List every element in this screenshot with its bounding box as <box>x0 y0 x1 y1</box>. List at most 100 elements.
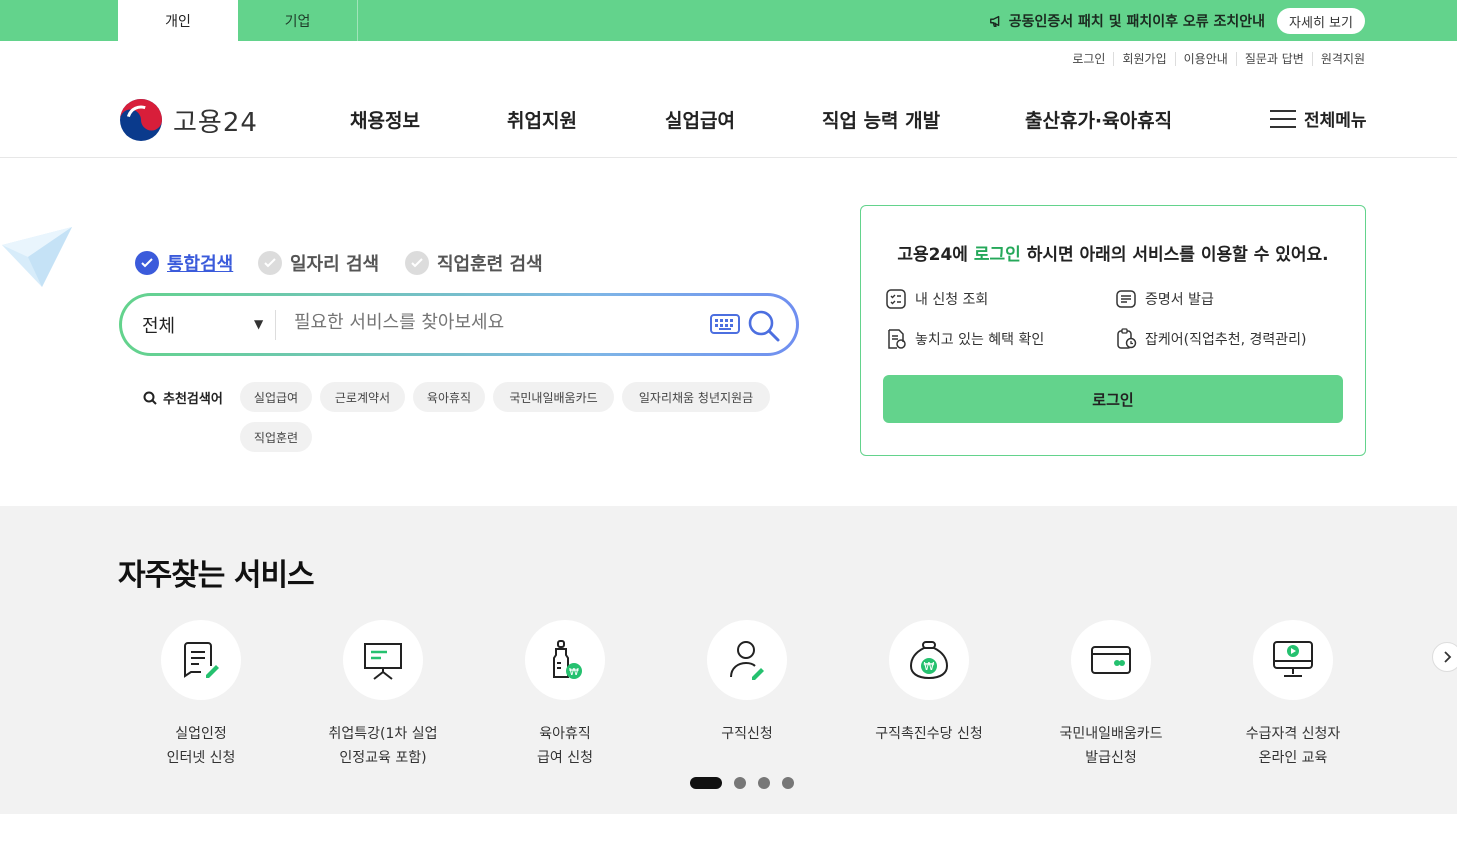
card-icon <box>1091 646 1131 674</box>
recommend-label-text: 추천검색어 <box>163 392 223 407</box>
item-label: 증명서 발급 <box>1145 292 1214 308</box>
service-item[interactable]: 실업인정 인터넷 신청 <box>111 620 291 770</box>
tab-personal[interactable]: 개인 <box>118 0 238 41</box>
service-missed-benefits[interactable]: 놓치고 있는 혜택 확인 <box>885 328 1044 350</box>
login-panel: 고용24에 로그인 하시면 아래의 서비스를 이용할 수 있어요. 내 신청 조… <box>860 205 1366 456</box>
all-menu-label: 전체메뉴 <box>1304 111 1367 131</box>
taegeuk-logo-icon <box>120 99 162 141</box>
svg-text:₩: ₩ <box>924 660 935 673</box>
service-label: 구직신청 <box>721 726 773 742</box>
notice-link[interactable]: 공동인증서 패치 및 패치이후 오류 조치안내 <box>989 0 1265 41</box>
pagination-dot-1[interactable] <box>690 777 722 789</box>
pagination-dot-3[interactable] <box>758 777 770 789</box>
service-label: 실업인정 인터넷 신청 <box>166 726 236 766</box>
document-pen-icon <box>184 642 219 678</box>
check-icon <box>135 251 159 275</box>
main-header: 고용24 채용정보 취업지원 실업급여 직업 능력 개발 출산휴가·육아휴직 전… <box>0 80 1457 158</box>
tab-training-search[interactable]: 직업훈련 검색 <box>405 250 543 276</box>
tab-integrated-search[interactable]: 통합검색 <box>135 250 233 276</box>
keyword-chip[interactable]: 직업훈련 <box>240 422 312 452</box>
service-my-applications[interactable]: 내 신청 조회 <box>885 288 988 310</box>
monitor-play-icon <box>1273 641 1313 677</box>
tab-job-search-label: 일자리 검색 <box>290 254 380 275</box>
divider <box>275 310 276 340</box>
service-job-care[interactable]: 잡케어(직업추천, 경력관리) <box>1115 328 1307 350</box>
all-menu-button[interactable]: 전체메뉴 <box>1270 106 1367 131</box>
nav-parental-leave[interactable]: 출산휴가·육아휴직 <box>1025 106 1172 133</box>
document-clock-icon <box>888 329 906 349</box>
utility-links: 로그인 회원가입 이용안내 질문과 답변 원격지원 <box>1064 52 1365 66</box>
paper-plane-icon <box>2 227 72 287</box>
item-label: 잡케어(직업추천, 경력관리) <box>1145 332 1307 348</box>
search-input[interactable] <box>294 312 694 333</box>
service-item[interactable]: ₩ 육아휴직 급여 신청 <box>475 620 655 770</box>
svg-text:₩: ₩ <box>569 667 579 678</box>
keyword-chip[interactable]: 실업급여 <box>240 382 312 412</box>
frequent-services-section: 자주찾는 서비스 실업인정 인터넷 신청 취업특강(1차 실업 인정교육 포함)… <box>0 506 1457 814</box>
util-signup[interactable]: 회원가입 <box>1113 52 1174 66</box>
money-bag-won-icon: ₩ <box>909 641 949 680</box>
site-logo[interactable]: 고용24 <box>119 98 258 142</box>
tab-job-search[interactable]: 일자리 검색 <box>258 250 379 276</box>
certificate-icon <box>1116 290 1136 308</box>
hamburger-icon <box>1270 109 1296 129</box>
service-certificate[interactable]: 증명서 발급 <box>1115 288 1214 310</box>
keyword-chip[interactable]: 육아휴직 <box>413 382 485 412</box>
clipboard-clock-icon <box>1117 328 1137 349</box>
util-remote[interactable]: 원격지원 <box>1311 52 1365 66</box>
title-prefix: 고용24에 <box>897 245 974 265</box>
search-icon[interactable] <box>747 309 781 343</box>
util-qna[interactable]: 질문과 답변 <box>1235 52 1312 66</box>
service-label: 취업특강(1차 실업 인정교육 포함) <box>328 726 438 766</box>
keyword-chip[interactable]: 일자리채움 청년지원금 <box>622 382 770 412</box>
title-highlight: 로그인 <box>973 245 1021 265</box>
caret-down-icon[interactable]: ▼ <box>254 317 263 331</box>
nav-skill-development[interactable]: 직업 능력 개발 <box>822 106 940 133</box>
service-item[interactable]: ₩ 구직촉진수당 신청 <box>839 620 1019 746</box>
title-suffix: 하시면 아래의 서비스를 이용할 수 있어요. <box>1020 245 1329 265</box>
login-panel-title: 고용24에 로그인 하시면 아래의 서비스를 이용할 수 있어요. <box>861 240 1365 265</box>
search-box: 전체 ▼ <box>119 293 799 356</box>
nav-employment-support[interactable]: 취업지원 <box>507 106 577 133</box>
person-pen-icon <box>730 641 764 680</box>
carousel-pagination <box>690 777 794 789</box>
presentation-board-icon <box>364 643 402 680</box>
search-icon <box>143 391 157 405</box>
checklist-icon <box>886 289 906 309</box>
carousel-next-button[interactable] <box>1432 642 1457 672</box>
detail-button[interactable]: 자세히 보기 <box>1277 8 1365 34</box>
baby-bottle-won-icon: ₩ <box>553 640 582 679</box>
recommended-keywords-label: 추천검색어 <box>143 388 223 407</box>
chevron-right-icon <box>1444 651 1452 663</box>
util-login[interactable]: 로그인 <box>1064 52 1113 66</box>
service-label: 국민내일배움카드 발급신청 <box>1059 726 1163 766</box>
nav-jobs[interactable]: 채용정보 <box>350 106 420 133</box>
check-icon <box>405 251 429 275</box>
megaphone-icon <box>989 15 1000 27</box>
service-label: 육아휴직 급여 신청 <box>537 726 593 766</box>
tab-training-search-label: 직업훈련 검색 <box>437 254 543 275</box>
service-item[interactable]: 취업특강(1차 실업 인정교육 포함) <box>293 620 473 770</box>
service-item[interactable]: 구직신청 <box>657 620 837 746</box>
category-select[interactable]: 전체 <box>142 312 175 338</box>
item-label: 놓치고 있는 혜택 확인 <box>915 332 1045 348</box>
nav-unemployment-benefit[interactable]: 실업급여 <box>665 106 735 133</box>
item-label: 내 신청 조회 <box>915 292 989 308</box>
pagination-dot-2[interactable] <box>734 777 746 789</box>
keyword-chip[interactable]: 근로계약서 <box>320 382 405 412</box>
util-guide[interactable]: 이용안내 <box>1174 52 1236 66</box>
pagination-dot-4[interactable] <box>782 777 794 789</box>
notice-text: 공동인증서 패치 및 패치이후 오류 조치안내 <box>1008 13 1265 30</box>
tab-integrated-search-label: 통합검색 <box>167 254 234 275</box>
service-item[interactable]: 국민내일배움카드 발급신청 <box>1021 620 1201 770</box>
service-item[interactable]: 수급자격 신청자 온라인 교육 <box>1203 620 1383 770</box>
keyword-chip[interactable]: 국민내일배움카드 <box>493 382 614 412</box>
check-icon <box>258 251 282 275</box>
service-label: 구직촉진수당 신청 <box>875 726 983 742</box>
login-button[interactable]: 로그인 <box>883 375 1343 423</box>
service-label: 수급자격 신청자 온라인 교육 <box>1245 726 1341 766</box>
section-title: 자주찾는 서비스 <box>118 558 315 593</box>
tab-business[interactable]: 기업 <box>238 0 358 41</box>
top-bar: 개인 기업 공동인증서 패치 및 패치이후 오류 조치안내 자세히 보기 <box>0 0 1457 41</box>
keyboard-icon[interactable] <box>710 313 740 335</box>
